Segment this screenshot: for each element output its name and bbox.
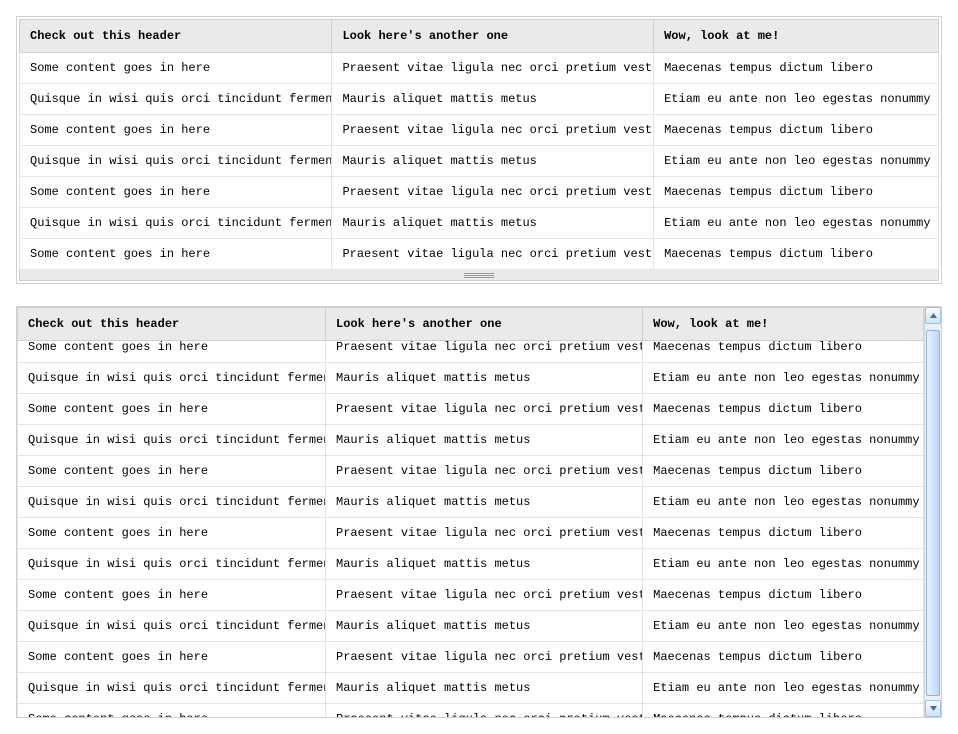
table-row: Quisque in wisi quis orci tincidunt ferm… (18, 549, 924, 580)
table-cell: Quisque in wisi quis orci tincidunt ferm… (18, 363, 326, 394)
table-cell: Praesent vitae ligula nec orci pretium v… (326, 642, 643, 673)
table-row: Quisque in wisi quis orci tincidunt ferm… (20, 84, 939, 115)
table-cell: Etiam eu ante non leo egestas nonummy (643, 363, 924, 394)
table-cell: Some content goes in here (18, 704, 326, 718)
table-cell: Some content goes in here (18, 580, 326, 611)
table-row: Quisque in wisi quis orci tincidunt ferm… (18, 363, 924, 394)
grip-icon (20, 270, 938, 280)
table-cell: Quisque in wisi quis orci tincidunt ferm… (18, 549, 326, 580)
resize-grip-row[interactable] (20, 270, 939, 281)
table-cell: Maecenas tempus dictum libero (654, 53, 939, 84)
table-cell: Praesent vitae ligula nec orci pretium v… (332, 115, 654, 146)
table-cell: Etiam eu ante non leo egestas nonummy (643, 611, 924, 642)
table-row: Quisque in wisi quis orci tincidunt ferm… (18, 611, 924, 642)
table-cell: Praesent vitae ligula nec orci pretium v… (326, 580, 643, 611)
table-row: Some content goes in herePraesent vitae … (18, 642, 924, 673)
table-cell: Some content goes in here (18, 642, 326, 673)
table-cell: Praesent vitae ligula nec orci pretium v… (332, 177, 654, 208)
table-cell: Some content goes in here (20, 53, 332, 84)
table-row: Quisque in wisi quis orci tincidunt ferm… (18, 673, 924, 704)
table-cell: Maecenas tempus dictum libero (643, 642, 924, 673)
scrollbar-thumb[interactable] (926, 330, 940, 696)
table-cell: Some content goes in here (18, 394, 326, 425)
table-cell: Mauris aliquet mattis metus (326, 487, 643, 518)
table-cell: Quisque in wisi quis orci tincidunt ferm… (18, 673, 326, 704)
table-cell: Mauris aliquet mattis metus (326, 549, 643, 580)
column-header[interactable]: Wow, look at me! (654, 20, 939, 53)
table-row: Quisque in wisi quis orci tincidunt ferm… (18, 425, 924, 456)
column-header[interactable]: Look here's another one (326, 308, 643, 341)
table-cell: Maecenas tempus dictum libero (643, 580, 924, 611)
column-header[interactable]: Wow, look at me! (643, 308, 924, 341)
table-cell: Quisque in wisi quis orci tincidunt ferm… (18, 611, 326, 642)
table-cell: Mauris aliquet mattis metus (326, 363, 643, 394)
table-cell: Maecenas tempus dictum libero (654, 115, 939, 146)
table-row: Some content goes in herePraesent vitae … (20, 115, 939, 146)
table-cell: Praesent vitae ligula nec orci pretium v… (332, 239, 654, 270)
table-row: Quisque in wisi quis orci tincidunt ferm… (18, 487, 924, 518)
table-cell: Praesent vitae ligula nec orci pretium v… (326, 456, 643, 487)
table-cell: Etiam eu ante non leo egestas nonummy (643, 549, 924, 580)
table-cell: Etiam eu ante non leo egestas nonummy (643, 487, 924, 518)
scroll-up-button[interactable] (925, 307, 941, 324)
table-cell: Etiam eu ante non leo egestas nonummy (654, 84, 939, 115)
table-row: Some content goes in herePraesent vitae … (18, 518, 924, 549)
table-row: Quisque in wisi quis orci tincidunt ferm… (20, 146, 939, 177)
table-cell: Praesent vitae ligula nec orci pretium v… (326, 518, 643, 549)
table-cell: Quisque in wisi quis orci tincidunt ferm… (18, 425, 326, 456)
table-cell: Mauris aliquet mattis metus (332, 84, 654, 115)
table-cell: Mauris aliquet mattis metus (332, 146, 654, 177)
table-cell: Quisque in wisi quis orci tincidunt ferm… (20, 208, 332, 239)
table-cell: Maecenas tempus dictum libero (643, 394, 924, 425)
table-cell: Praesent vitae ligula nec orci pretium v… (326, 394, 643, 425)
table-row: Some content goes in herePraesent vitae … (18, 394, 924, 425)
table-cell: Maecenas tempus dictum libero (643, 704, 924, 718)
table-cell: Maecenas tempus dictum libero (643, 456, 924, 487)
table-cell: Mauris aliquet mattis metus (326, 673, 643, 704)
table-cell: Quisque in wisi quis orci tincidunt ferm… (18, 487, 326, 518)
scroll-down-button[interactable] (925, 700, 941, 717)
table-cell: Maecenas tempus dictum libero (654, 177, 939, 208)
table-cell: Mauris aliquet mattis metus (326, 425, 643, 456)
column-header[interactable]: Check out this header (18, 308, 326, 341)
table-body-viewport[interactable]: Some content goes in herePraesent vitae … (17, 307, 924, 717)
scrollbar-track[interactable] (925, 324, 941, 700)
table-cell: Mauris aliquet mattis metus (332, 208, 654, 239)
table-cell: Maecenas tempus dictum libero (654, 239, 939, 270)
table-cell: Praesent vitae ligula nec orci pretium v… (326, 704, 643, 718)
table-cell: Etiam eu ante non leo egestas nonummy (643, 425, 924, 456)
vertical-scrollbar[interactable] (924, 307, 941, 717)
table-cell: Etiam eu ante non leo egestas nonummy (654, 208, 939, 239)
table-bottom-body: Some content goes in herePraesent vitae … (17, 331, 924, 717)
column-header[interactable]: Check out this header (20, 20, 332, 53)
table-header-row: Check out this header Look here's anothe… (20, 20, 939, 53)
data-table-top: Check out this header Look here's anothe… (16, 16, 942, 284)
table-header-fixed: Check out this header Look here's anothe… (17, 307, 924, 341)
table-cell: Praesent vitae ligula nec orci pretium v… (332, 53, 654, 84)
table-cell: Some content goes in here (18, 518, 326, 549)
table-row: Some content goes in herePraesent vitae … (20, 177, 939, 208)
column-header[interactable]: Look here's another one (332, 20, 654, 53)
table-cell: Etiam eu ante non leo egestas nonummy (654, 146, 939, 177)
table-row: Some content goes in herePraesent vitae … (18, 704, 924, 718)
table-cell: Mauris aliquet mattis metus (326, 611, 643, 642)
data-table-bottom: Some content goes in herePraesent vitae … (16, 306, 942, 718)
table-row: Some content goes in herePraesent vitae … (20, 239, 939, 270)
table-cell: Some content goes in here (18, 456, 326, 487)
table-row: Some content goes in herePraesent vitae … (18, 456, 924, 487)
table-top: Check out this header Look here's anothe… (19, 19, 939, 281)
table-cell: Maecenas tempus dictum libero (643, 518, 924, 549)
table-row: Some content goes in herePraesent vitae … (20, 53, 939, 84)
table-cell: Etiam eu ante non leo egestas nonummy (643, 673, 924, 704)
table-cell: Some content goes in here (20, 177, 332, 208)
table-cell: Some content goes in here (20, 115, 332, 146)
table-row: Some content goes in herePraesent vitae … (18, 580, 924, 611)
table-cell: Quisque in wisi quis orci tincidunt ferm… (20, 84, 332, 115)
table-row: Quisque in wisi quis orci tincidunt ferm… (20, 208, 939, 239)
table-cell: Some content goes in here (20, 239, 332, 270)
table-cell: Quisque in wisi quis orci tincidunt ferm… (20, 146, 332, 177)
